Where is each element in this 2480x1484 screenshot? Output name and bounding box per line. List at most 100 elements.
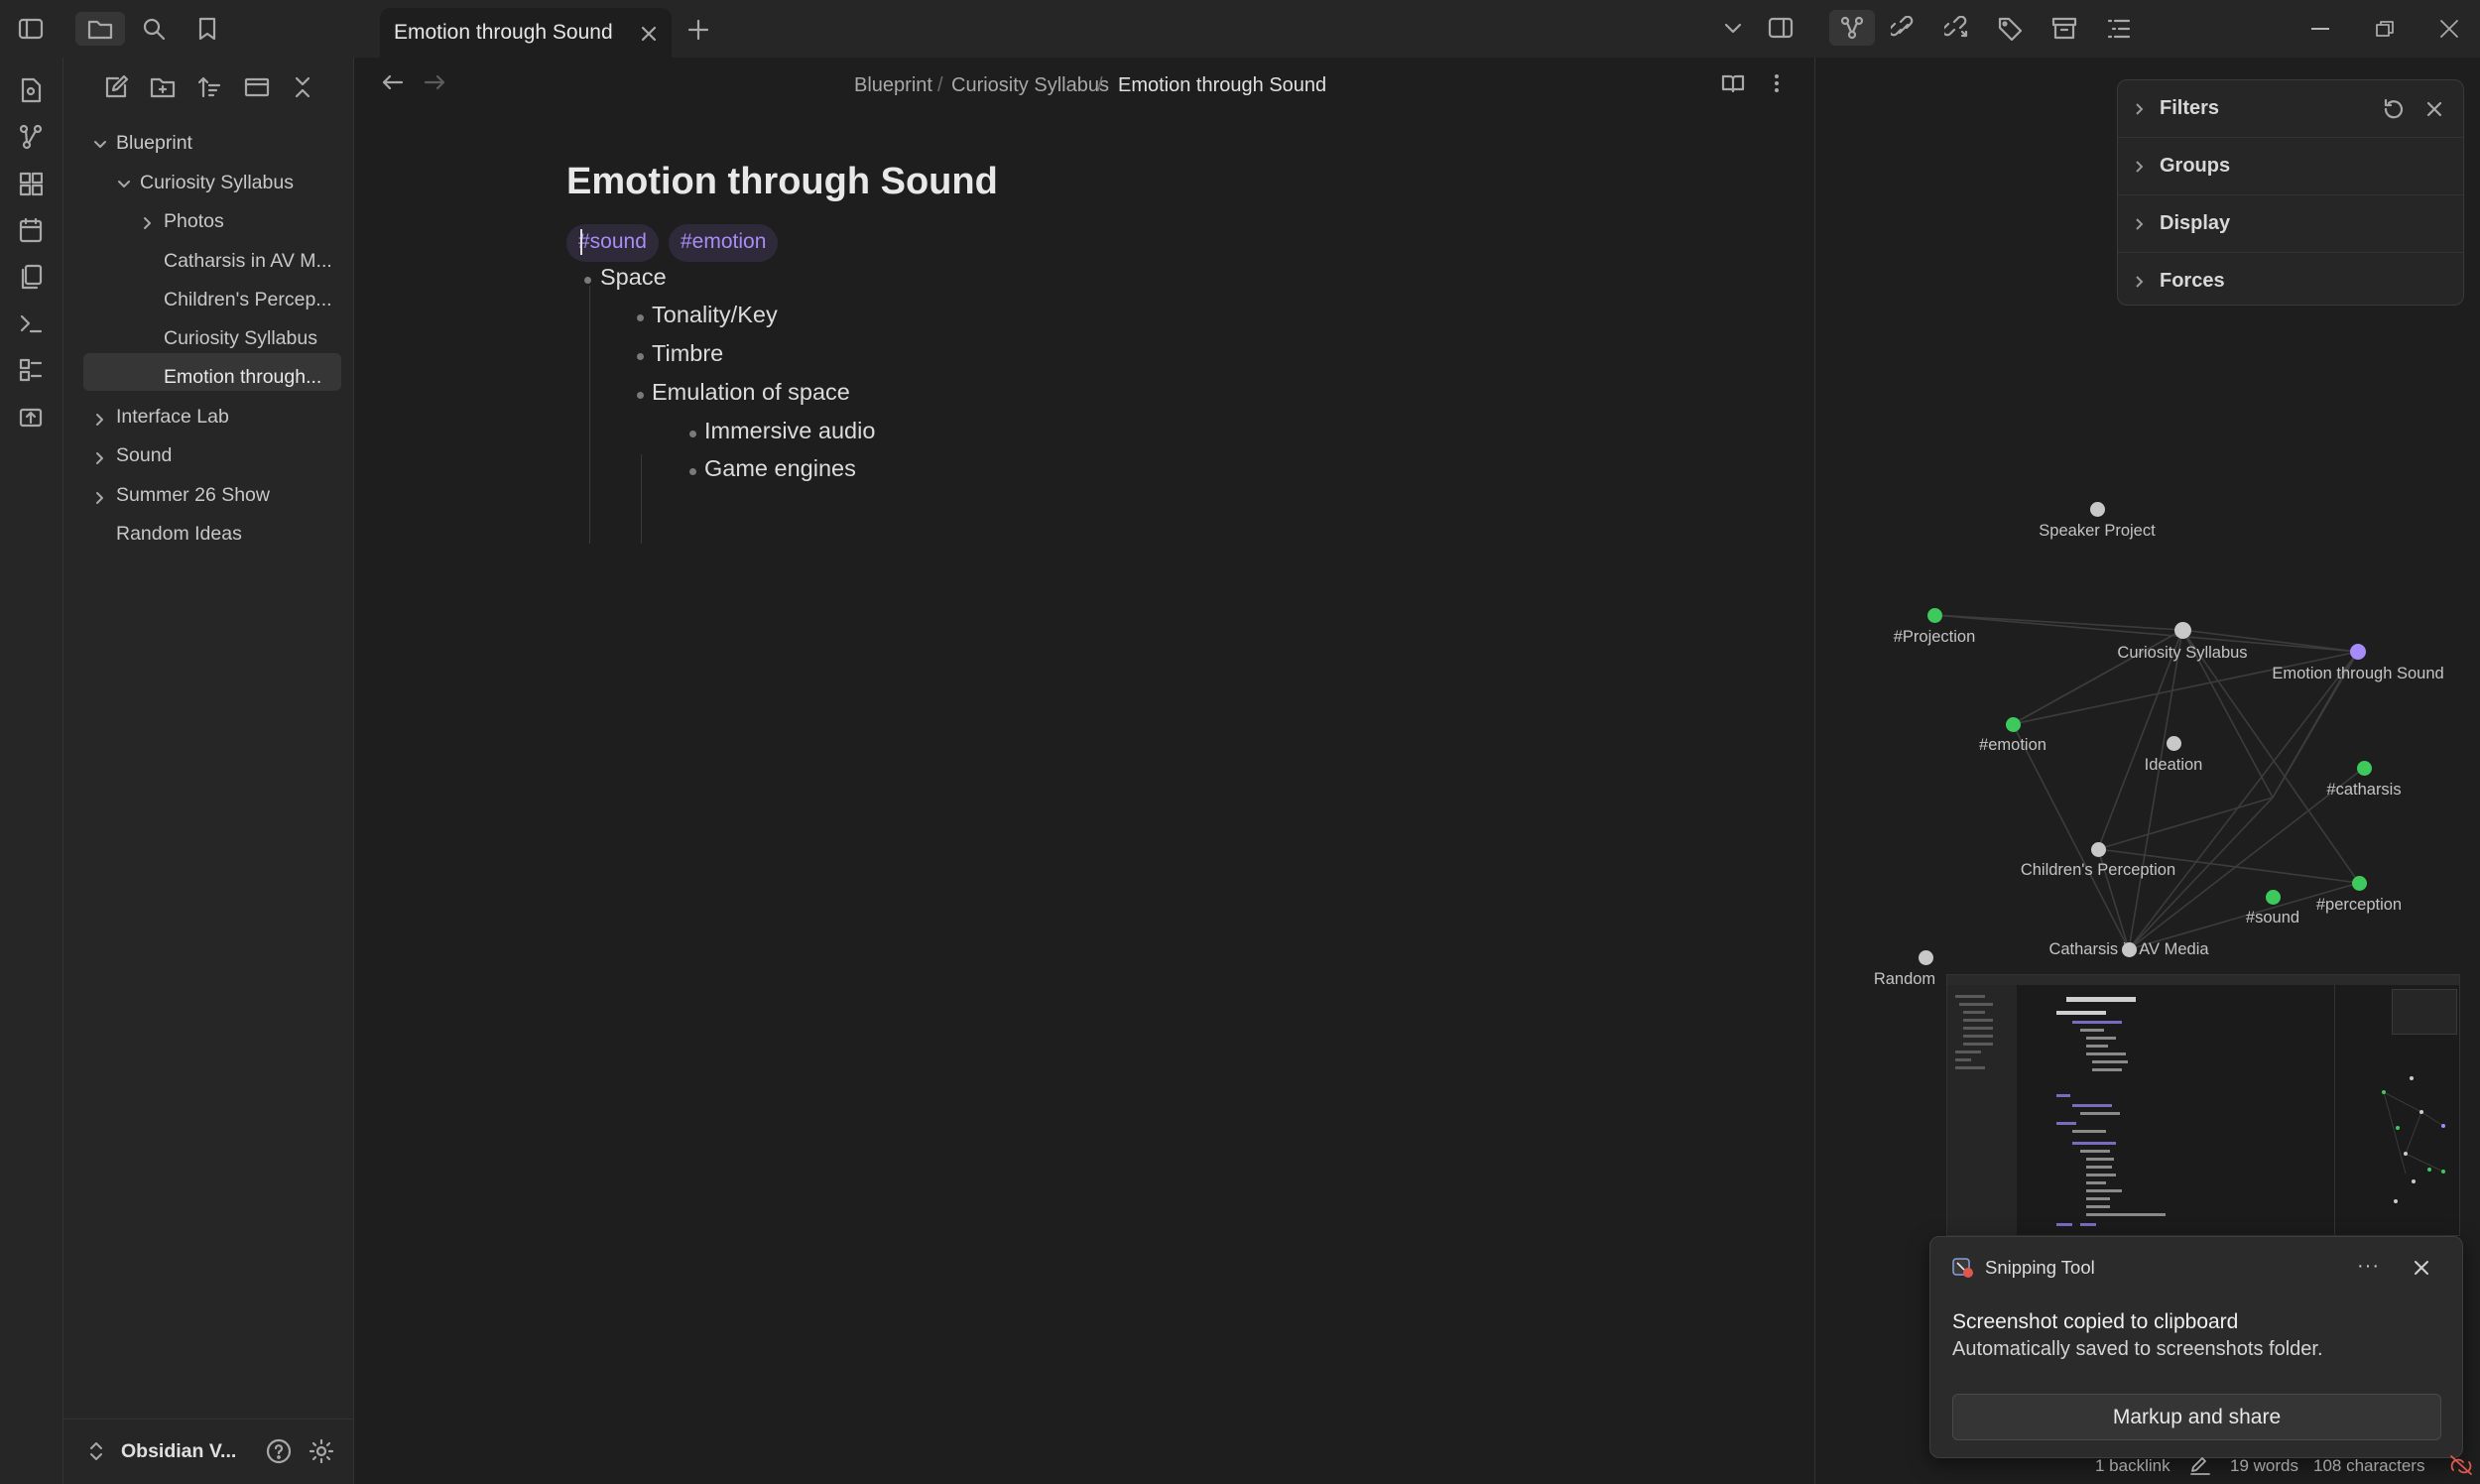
outline-item-space[interactable]: Space (600, 264, 667, 291)
outline-item-tonality[interactable]: Tonality/Key (652, 302, 778, 328)
graph-node-ideation[interactable] (2167, 736, 2181, 751)
close-window-icon[interactable] (2439, 19, 2459, 39)
auto-reveal-icon[interactable] (244, 75, 270, 99)
graph-section-forces[interactable]: Forces (2118, 253, 2463, 310)
graph-node-sound-tag[interactable] (2266, 890, 2281, 905)
close-tab-icon[interactable] (640, 25, 658, 43)
close-panel-icon[interactable] (2425, 100, 2443, 118)
graph-view-button[interactable] (1829, 10, 1875, 46)
calendar-icon[interactable] (19, 217, 43, 243)
graph-node-childrens-perception[interactable] (2091, 842, 2106, 857)
kanban-icon[interactable] (19, 357, 43, 383)
outline-item-game-engines[interactable]: Game engines (704, 455, 856, 482)
graph-node-label: Emotion through Sound (2272, 665, 2444, 682)
toast-more-icon[interactable]: ··· (2357, 1255, 2380, 1278)
graph-settings-panel: Filters Groups Display Forces (2117, 79, 2464, 306)
toggle-right-sidebar-icon[interactable] (1768, 17, 1794, 39)
terminal-icon[interactable] (19, 310, 43, 336)
tree-folder-summer-26-show[interactable]: Summer 26 Show (116, 484, 270, 507)
status-backlinks[interactable]: 1 backlink (2095, 1456, 2170, 1476)
blueprint-chevron-icon[interactable] (92, 137, 108, 153)
canvas-icon[interactable] (19, 171, 43, 196)
reading-view-icon[interactable] (1721, 73, 1745, 93)
new-folder-icon[interactable] (150, 75, 176, 99)
outgoing-links-icon[interactable] (1944, 16, 1970, 42)
sync-error-icon[interactable] (2449, 1454, 2473, 1476)
tab-list-chevron-icon[interactable] (1723, 22, 1743, 36)
templates-icon[interactable] (19, 264, 43, 290)
interface-lab-chevron-icon[interactable] (92, 412, 108, 428)
tree-folder-sound[interactable]: Sound (116, 444, 172, 467)
help-icon[interactable] (266, 1438, 292, 1464)
toggle-sidebar-icon[interactable] (18, 18, 44, 40)
photos-chevron-icon[interactable] (140, 215, 156, 231)
graph-node-emotion-through-sound[interactable] (2350, 644, 2366, 660)
tree-folder-interface-lab[interactable]: Interface Lab (116, 406, 229, 429)
files-tab-button[interactable] (75, 12, 125, 46)
open-quick-switcher-icon[interactable] (19, 77, 43, 103)
graph-node-projection-tag[interactable] (1927, 608, 1942, 623)
note-title[interactable]: Emotion through Sound (566, 161, 998, 203)
section-label: Filters (2160, 97, 2220, 119)
curiosity-syllabus-chevron-icon[interactable] (116, 177, 132, 192)
breadcrumb-current[interactable]: Emotion through Sound (1118, 74, 1326, 97)
graph-section-groups[interactable]: Groups (2118, 138, 2463, 195)
new-note-icon[interactable] (104, 75, 128, 99)
import-icon[interactable] (19, 404, 43, 430)
tree-file-childrens-perception[interactable]: Children's Percep... (164, 289, 332, 311)
back-arrow-icon[interactable] (382, 73, 404, 91)
backlinks-icon[interactable] (1891, 16, 1917, 42)
tree-folder-photos[interactable]: Photos (164, 210, 224, 233)
breadcrumb-blueprint[interactable]: Blueprint (854, 74, 932, 97)
forward-arrow-icon[interactable] (424, 73, 445, 91)
vault-name[interactable]: Obsidian V... (121, 1440, 236, 1463)
vault-switcher-icon[interactable] (89, 1440, 103, 1462)
collapse-all-icon[interactable] (293, 75, 312, 99)
settings-gear-icon[interactable] (309, 1438, 334, 1464)
tree-file-random-ideas[interactable]: Random Ideas (116, 523, 242, 546)
graph-node-perception-tag[interactable] (2352, 876, 2367, 891)
ribbon (0, 58, 63, 1484)
sound-chevron-icon[interactable] (92, 450, 108, 466)
graph-section-filters[interactable]: Filters (2118, 80, 2463, 138)
graph-node-catharsis-tag[interactable] (2357, 761, 2372, 776)
graph-node-label: #perception (2315, 896, 2403, 914)
graph-node-speaker-project[interactable] (2090, 502, 2105, 517)
tree-file-catharsis[interactable]: Catharsis in AV M... (164, 250, 332, 273)
tree-file-curiosity-syllabus[interactable]: Curiosity Syllabus (164, 327, 317, 350)
tags-icon[interactable] (1998, 16, 2024, 42)
graph-node-curiosity-syllabus[interactable] (2174, 622, 2191, 639)
restore-icon[interactable] (2375, 20, 2395, 38)
breadcrumb-curiosity-syllabus[interactable]: Curiosity Syllabus (951, 74, 1109, 97)
more-options-icon[interactable] (1773, 72, 1781, 94)
minimize-icon[interactable] (2311, 28, 2329, 30)
tab-emotion-through-sound[interactable]: Emotion through Sound (380, 8, 672, 58)
toast-close-icon[interactable] (2413, 1259, 2430, 1277)
outline-item-timbre[interactable]: Timbre (652, 340, 723, 367)
tree-folder-curiosity-syllabus[interactable]: Curiosity Syllabus (140, 172, 294, 194)
graph-node-emotion-tag[interactable] (2006, 717, 2021, 732)
search-icon[interactable] (142, 17, 166, 41)
archive-icon[interactable] (2051, 16, 2077, 40)
outline-item-emulation-of-space[interactable]: Emulation of space (652, 379, 850, 406)
screenshot-thumbnail (1946, 974, 2460, 1236)
title-bar: Emotion through Sound (0, 0, 2480, 58)
tag-emotion[interactable]: #emotion (669, 224, 779, 262)
sort-icon[interactable] (197, 75, 221, 99)
graph-icon[interactable] (19, 124, 43, 150)
status-character-count: 108 characters (2313, 1456, 2425, 1475)
footer-divider (63, 1419, 353, 1420)
graph-section-display[interactable]: Display (2118, 195, 2463, 253)
summer-show-chevron-icon[interactable] (92, 490, 108, 506)
outline-icon[interactable] (2107, 18, 2131, 40)
tree-folder-blueprint[interactable]: Blueprint (116, 132, 192, 155)
tree-file-emotion-through-sound[interactable]: Emotion through... (164, 366, 321, 389)
graph-node-random[interactable] (1919, 950, 1933, 965)
breadcrumb-separator: / (1097, 74, 1103, 96)
outline-item-immersive-audio[interactable]: Immersive audio (704, 418, 875, 444)
bookmark-icon[interactable] (197, 17, 217, 41)
new-tab-icon[interactable] (687, 19, 709, 41)
restore-default-icon[interactable] (2382, 98, 2406, 120)
editing-mode-icon[interactable] (2189, 1455, 2211, 1475)
markup-and-share-button[interactable]: Markup and share (1952, 1394, 2441, 1440)
